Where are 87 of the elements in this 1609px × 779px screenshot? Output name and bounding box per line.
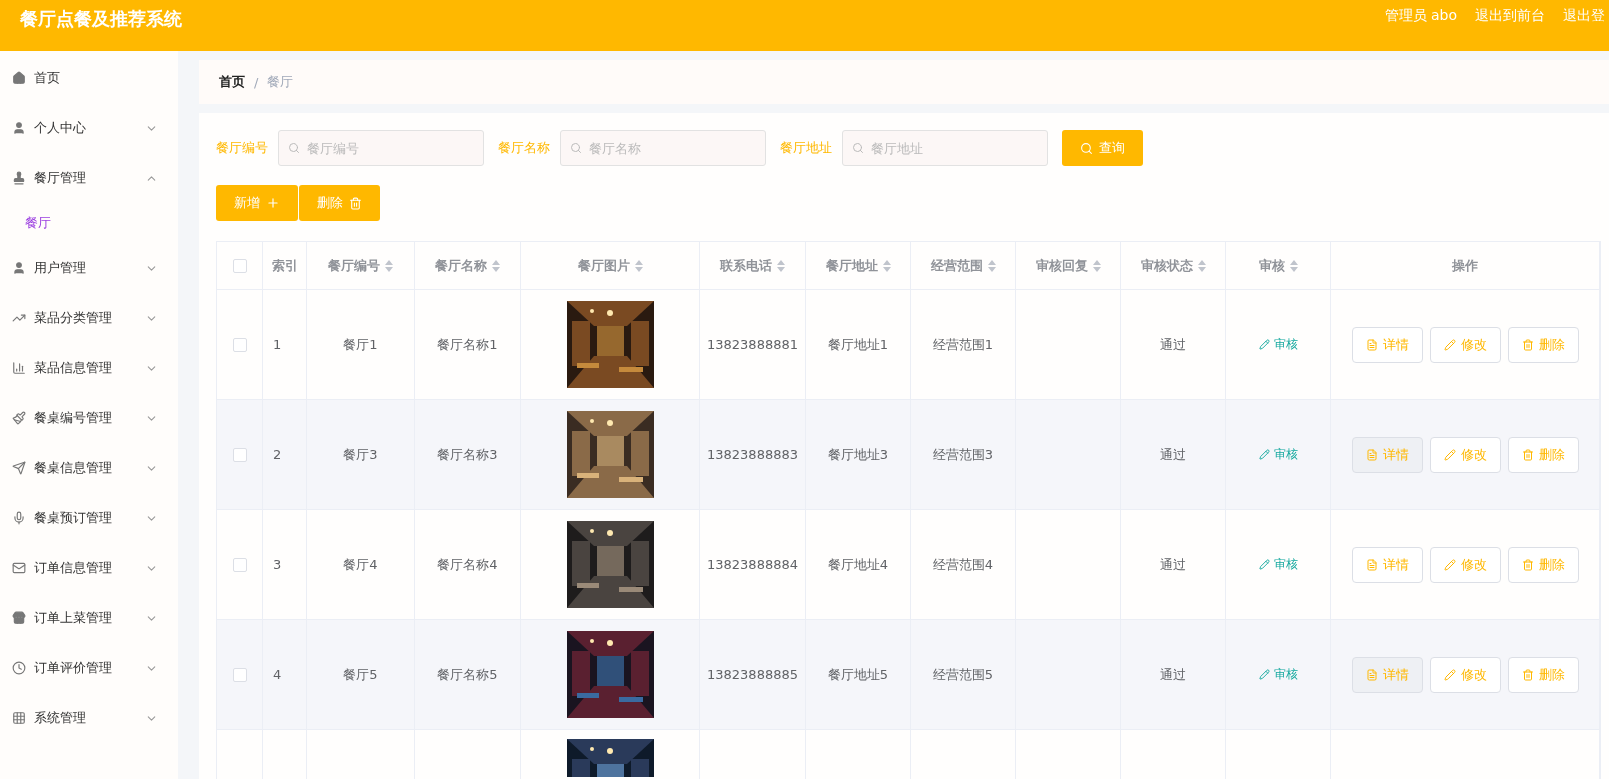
breadcrumb-separator: / [254,74,259,90]
detail-button[interactable]: 详情 [1351,326,1423,363]
menu-label: 餐桌编号管理 [34,409,113,427]
delete-button[interactable]: 删除 [1507,656,1579,693]
table-cell: 餐厅5 [307,620,415,730]
table-cell: 餐厅地址4 [806,510,911,620]
table-cell: 经营范围1 [911,290,1016,400]
menu-label: 餐桌信息管理 [34,459,113,477]
table-cell: 餐厅名称3 [415,400,521,510]
add-button[interactable]: 新增 [216,185,298,221]
delete-button[interactable]: 删除 [1507,436,1579,473]
table-cell: 餐厅地址3 [806,400,911,510]
table-cell: 通过 [1121,290,1226,400]
menu-label: 菜品信息管理 [34,359,113,377]
table-cell: 餐厅1 [307,290,415,400]
table-cell: 3 [263,510,307,620]
review-link[interactable]: 审核 [1258,336,1298,353]
sidebar-item[interactable]: 订单上菜管理 [0,593,178,643]
delete-button[interactable]: 删除 [1507,326,1579,363]
table-cell: 经营范围3 [911,400,1016,510]
sidebar-item[interactable]: 餐厅管理 [0,153,178,203]
edit-button[interactable]: 修改 [1429,436,1501,473]
field-label: 餐厅地址 [780,139,832,157]
detail-button[interactable]: 详情 [1351,656,1423,693]
table-cell: 2 [263,400,307,510]
table-cell: 通过 [1121,400,1226,510]
edit-button[interactable]: 修改 [1429,656,1501,693]
header-link[interactable]: 退出到前台 [1475,7,1545,25]
table-cell: 餐厅地址1 [806,290,911,400]
table-cell: 餐厅名称5 [415,620,521,730]
table-cell: 餐厅4 [307,510,415,620]
menu-label: 订单信息管理 [34,559,113,577]
menu-label: 订单评价管理 [34,659,113,677]
menu-label: 餐厅管理 [34,169,87,187]
menu-label: 用户管理 [34,259,87,277]
sidebar-item[interactable]: 系统管理 [0,693,178,743]
edit-button[interactable]: 修改 [1429,546,1501,583]
detail-button[interactable]: 详情 [1351,546,1423,583]
table-cell: 经营范围4 [911,510,1016,620]
table-cell: 通过 [1121,510,1226,620]
table-cell: 餐厅3 [307,400,415,510]
menu-label: 菜品分类管理 [34,309,113,327]
table-cell: 餐厅名称4 [415,510,521,620]
breadcrumb-item[interactable]: 首页 [219,73,245,91]
query-button[interactable]: 查询 [1062,130,1143,166]
header-link[interactable]: 退出登 [1563,7,1605,25]
table-cell: 经营范围5 [911,620,1016,730]
sidebar-item[interactable]: 用户管理 [0,243,178,293]
submenu-item[interactable]: 餐厅 [0,203,178,243]
delete-button[interactable]: 删除 [299,185,380,221]
menu-label: 餐桌预订管理 [34,509,113,527]
search-field[interactable]: 餐厅名称 [560,130,766,166]
sidebar-item[interactable]: 个人中心 [0,103,178,153]
app-title: 餐厅点餐及推荐系统 [20,7,182,31]
edit-button[interactable]: 修改 [1429,326,1501,363]
review-link[interactable]: 审核 [1258,556,1298,573]
field-label: 餐厅编号 [216,139,268,157]
table-cell: 13823888883 [700,400,806,510]
review-link[interactable]: 审核 [1258,666,1298,683]
table-cell: 13823888881 [700,290,806,400]
sidebar-item[interactable]: 餐桌编号管理 [0,393,178,443]
sidebar-item[interactable]: 订单评价管理 [0,643,178,693]
delete-button[interactable]: 删除 [1507,546,1579,583]
menu-label: 首页 [34,69,61,87]
table-cell: 1 [263,290,307,400]
header-link[interactable]: 管理员 abo [1384,7,1457,25]
search-field[interactable]: 餐厅地址 [842,130,1048,166]
field-label: 餐厅名称 [498,139,550,157]
menu-label: 个人中心 [34,119,87,137]
sidebar-item[interactable]: 首页 [0,53,178,103]
review-link[interactable]: 审核 [1258,446,1298,463]
sidebar-item[interactable]: 餐桌信息管理 [0,443,178,493]
table-cell: 通过 [1121,620,1226,730]
table-cell: 13823888885 [700,620,806,730]
search-field[interactable]: 餐厅编号 [278,130,484,166]
sidebar-item[interactable]: 菜品信息管理 [0,343,178,393]
table-cell: 餐厅地址5 [806,620,911,730]
sidebar-item[interactable]: 菜品分类管理 [0,293,178,343]
detail-button[interactable]: 详情 [1351,436,1423,473]
sidebar-item[interactable]: 餐桌预订管理 [0,493,178,543]
table-cell: 13823888884 [700,510,806,620]
menu-label: 订单上菜管理 [34,609,113,627]
sidebar-item[interactable]: 订单信息管理 [0,543,178,593]
menu-label: 系统管理 [34,709,87,727]
table-cell: 4 [263,620,307,730]
breadcrumb-item[interactable]: 餐厅 [267,73,294,91]
table-cell: 餐厅名称1 [415,290,521,400]
